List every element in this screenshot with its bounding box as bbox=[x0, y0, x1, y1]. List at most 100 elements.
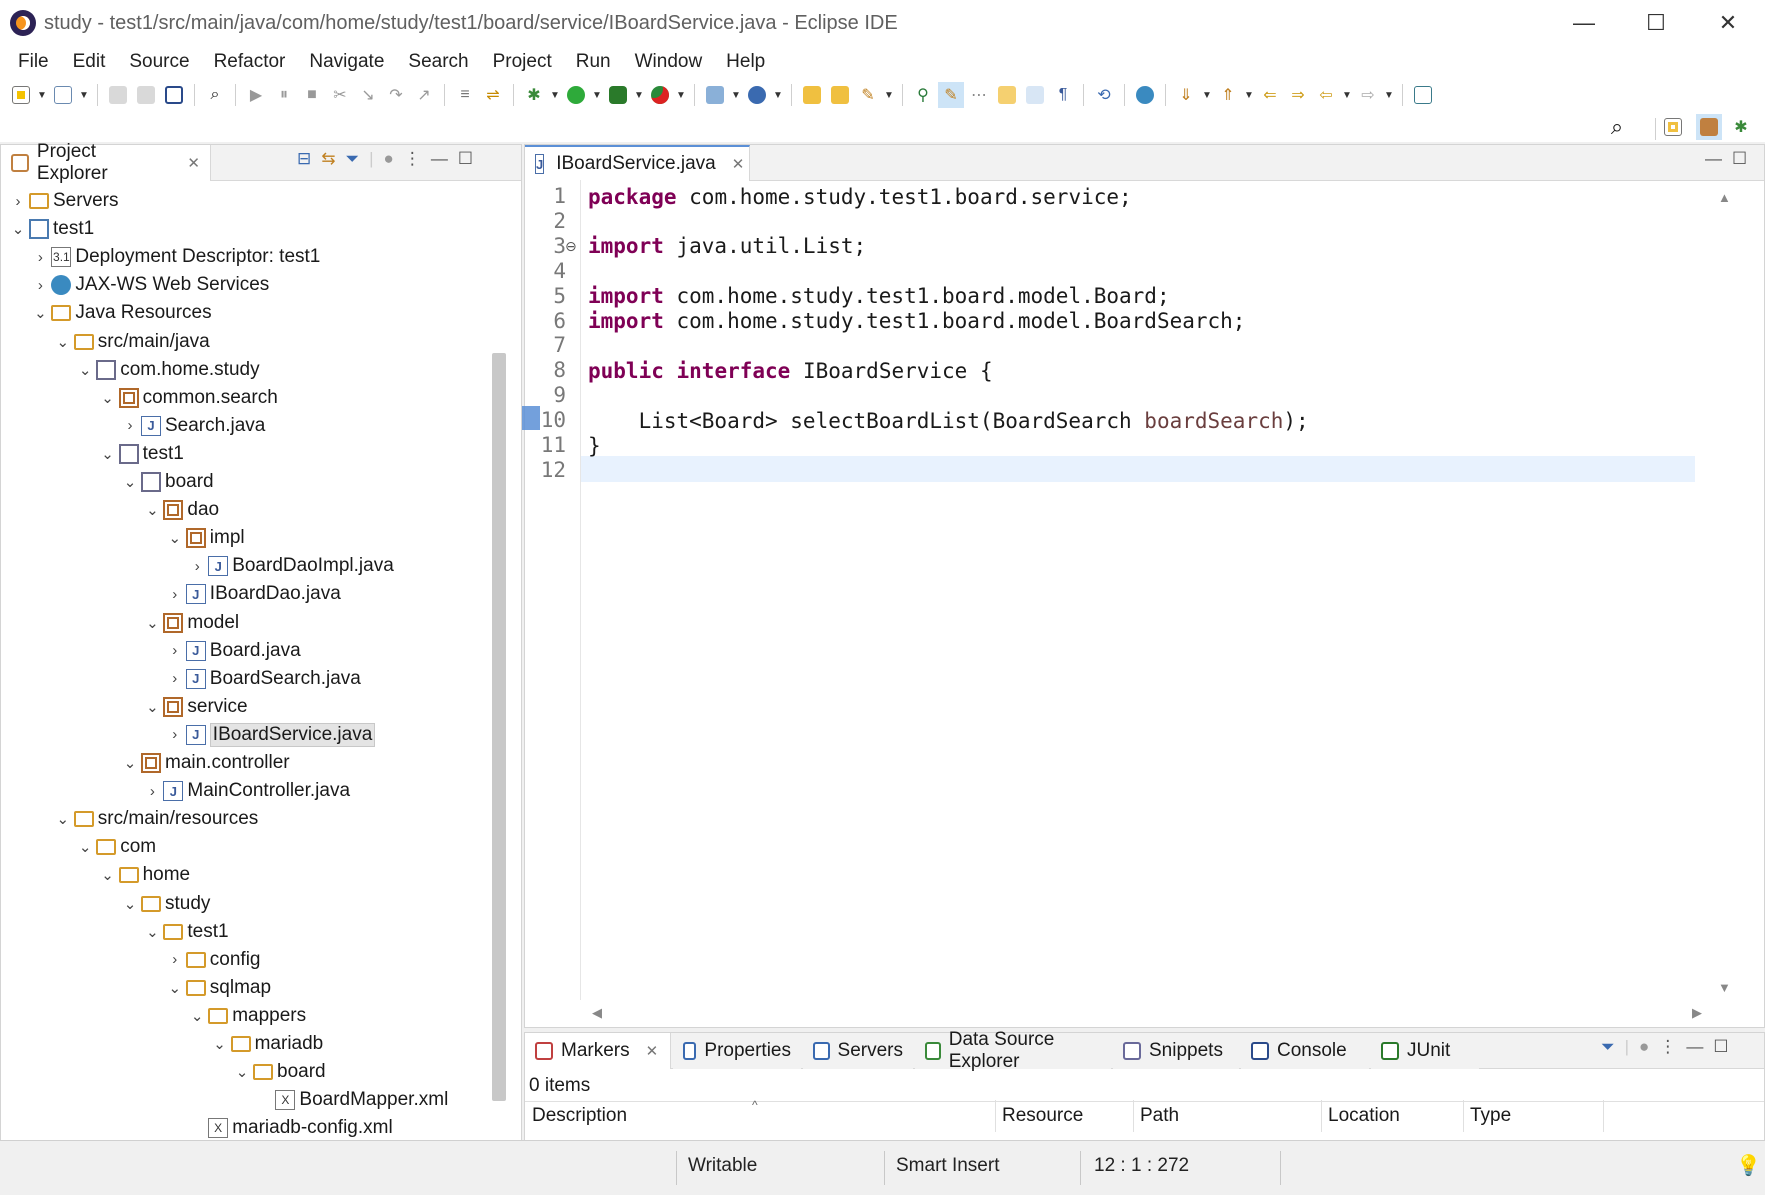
scroll-right-icon[interactable]: ▶ bbox=[1692, 1005, 1702, 1021]
menu-navigate[interactable]: Navigate bbox=[297, 51, 396, 73]
chevron-down-icon[interactable]: ⌄ bbox=[164, 529, 186, 547]
column-header-description[interactable]: Description bbox=[526, 1100, 996, 1132]
debug-icon[interactable]: ✱ bbox=[521, 82, 547, 108]
new-class-dropdown[interactable]: ▼ bbox=[772, 82, 784, 108]
chevron-down-icon[interactable]: ⌄ bbox=[164, 979, 186, 997]
tree-item[interactable]: ⌄ common.search bbox=[97, 384, 278, 412]
scroll-left-icon[interactable]: ◀ bbox=[592, 1005, 602, 1021]
code-line[interactable]: package com.home.study.test1.board.servi… bbox=[588, 184, 1132, 209]
menu-edit[interactable]: Edit bbox=[61, 51, 118, 73]
close-button[interactable]: ✕ bbox=[1692, 0, 1764, 46]
java-ee-perspective-icon[interactable] bbox=[1696, 114, 1722, 140]
chevron-right-icon[interactable]: › bbox=[164, 586, 186, 603]
tab-project-explorer[interactable]: Project Explorer ✕ bbox=[1, 141, 211, 184]
save-all-icon[interactable] bbox=[133, 82, 159, 108]
tree-item[interactable]: ⌄ home bbox=[97, 861, 190, 889]
scroll-down-icon[interactable]: ▼ bbox=[1718, 980, 1731, 995]
back-icon[interactable]: ⇦ bbox=[1313, 82, 1339, 108]
terminate-icon[interactable]: ■ bbox=[299, 82, 325, 108]
chevron-down-icon[interactable]: ⌄ bbox=[231, 1063, 253, 1081]
tree-item[interactable]: › 3.1 Deployment Descriptor: test1 bbox=[29, 243, 320, 271]
code-line[interactable]: import java.util.List; bbox=[588, 234, 866, 259]
new-server-dropdown[interactable]: ▼ bbox=[730, 82, 742, 108]
coverage-icon[interactable] bbox=[605, 82, 631, 108]
chevron-right-icon[interactable]: › bbox=[164, 642, 186, 659]
tree-item[interactable]: ⌄ mariadb bbox=[209, 1030, 323, 1058]
new-icon[interactable] bbox=[8, 82, 34, 108]
chevron-right-icon[interactable]: › bbox=[29, 249, 51, 266]
tab-snippets[interactable]: Snippets bbox=[1113, 1033, 1239, 1069]
chevron-down-icon[interactable]: ⌄ bbox=[141, 501, 163, 519]
minimize-view-icon[interactable]: — bbox=[431, 149, 448, 169]
chevron-down-icon[interactable]: ⌄ bbox=[119, 754, 141, 772]
menu-run[interactable]: Run bbox=[564, 51, 623, 73]
maximize-view-icon[interactable]: ☐ bbox=[1713, 1037, 1728, 1057]
chevron-down-icon[interactable]: ⌄ bbox=[141, 614, 163, 632]
last-edit-forward-icon[interactable]: ⇒ bbox=[1285, 82, 1311, 108]
tree-item[interactable]: ⌄ impl bbox=[164, 524, 245, 552]
code-line[interactable]: List<Board> selectBoardList(BoardSearch … bbox=[588, 408, 1309, 433]
column-header-resource[interactable]: Resource bbox=[996, 1100, 1134, 1132]
chevron-down-icon[interactable]: ⌄ bbox=[74, 361, 96, 379]
tree-item[interactable]: ⌄ mappers bbox=[186, 1002, 306, 1030]
close-icon[interactable]: ✕ bbox=[187, 154, 200, 172]
web-browser-icon[interactable] bbox=[1132, 82, 1158, 108]
tree-item[interactable]: ⌄ com bbox=[74, 833, 156, 861]
view-menu-icon[interactable]: ⋮ bbox=[1659, 1037, 1676, 1057]
column-header-path[interactable]: Path bbox=[1134, 1100, 1322, 1132]
tree-item[interactable]: ⌄ service bbox=[141, 693, 248, 721]
toggle-breadcrumb-icon[interactable]: ⚲ bbox=[910, 82, 936, 108]
tree-item[interactable]: › JAX-WS Web Services bbox=[29, 271, 269, 299]
chevron-right-icon[interactable]: › bbox=[7, 193, 29, 210]
tree-item[interactable]: ⌄ src/main/resources bbox=[52, 805, 259, 833]
forward-icon[interactable]: ⇨ bbox=[1355, 82, 1381, 108]
drop-to-frame-icon[interactable]: ⇌ bbox=[480, 82, 506, 108]
chevron-right-icon[interactable]: › bbox=[119, 417, 141, 434]
minimize-button[interactable]: — bbox=[1548, 0, 1620, 46]
tree-item[interactable]: X BoardMapper.xml bbox=[253, 1086, 448, 1114]
tab-iboardservice[interactable]: J IBoardService.java ✕ bbox=[525, 145, 750, 181]
external-tools-dropdown[interactable]: ▼ bbox=[675, 82, 687, 108]
link-with-editor-icon[interactable]: ⇆ bbox=[321, 149, 335, 169]
skip-breakpoints-icon[interactable]: ⌕ bbox=[202, 82, 228, 108]
chevron-down-icon[interactable]: ⌄ bbox=[97, 866, 119, 884]
new-class-icon[interactable] bbox=[744, 82, 770, 108]
chevron-down-icon[interactable]: ⌄ bbox=[186, 1007, 208, 1025]
chevron-down-icon[interactable]: ⌄ bbox=[119, 895, 141, 913]
focus-task-icon[interactable]: ● bbox=[384, 149, 394, 169]
use-step-filters-icon[interactable]: ≡ bbox=[452, 82, 478, 108]
code-line[interactable]: } bbox=[588, 433, 601, 458]
menu-source[interactable]: Source bbox=[117, 51, 201, 73]
chevron-down-icon[interactable]: ⌄ bbox=[209, 1035, 231, 1053]
chevron-down-icon[interactable]: ⌄ bbox=[97, 445, 119, 463]
tree-item[interactable]: ⌄ test1 bbox=[7, 215, 94, 243]
menu-window[interactable]: Window bbox=[623, 51, 715, 73]
tree-scrollbar[interactable] bbox=[492, 353, 506, 1101]
new-java-dropdown[interactable]: ▼ bbox=[78, 82, 90, 108]
maximize-view-icon[interactable]: ☐ bbox=[1732, 149, 1747, 169]
new-server-icon[interactable] bbox=[702, 82, 728, 108]
step-over-icon[interactable]: ↷ bbox=[383, 82, 409, 108]
pin-editor-icon[interactable] bbox=[1410, 82, 1436, 108]
chevron-right-icon[interactable]: › bbox=[164, 726, 186, 743]
open-perspective-icon[interactable] bbox=[1660, 114, 1686, 140]
filter-icon[interactable]: ⏷ bbox=[1601, 1037, 1615, 1057]
tree-item[interactable]: ⌄ dao bbox=[141, 496, 219, 524]
tree-item[interactable]: ⌄ model bbox=[141, 609, 239, 637]
scroll-up-icon[interactable]: ▲ bbox=[1718, 190, 1731, 205]
tab-console[interactable]: Console bbox=[1241, 1033, 1369, 1069]
collapse-all-icon[interactable]: ⊟ bbox=[297, 149, 311, 169]
suspend-icon[interactable]: ⏸ bbox=[271, 82, 297, 108]
tree-item[interactable]: › J IBoardDao.java bbox=[164, 580, 341, 608]
tree-item[interactable]: › J BoardSearch.java bbox=[164, 665, 361, 693]
menu-refactor[interactable]: Refactor bbox=[202, 51, 298, 73]
open-task-icon[interactable] bbox=[827, 82, 853, 108]
tree-item[interactable]: ⌄ study bbox=[119, 890, 211, 918]
tree-item[interactable]: › config bbox=[164, 946, 260, 974]
lightbulb-icon[interactable]: 💡 bbox=[1736, 1153, 1761, 1178]
chevron-right-icon[interactable]: › bbox=[186, 558, 208, 575]
focus-task-icon[interactable]: ● bbox=[1639, 1037, 1649, 1057]
back-dropdown[interactable]: ▼ bbox=[1341, 82, 1353, 108]
minimize-view-icon[interactable]: — bbox=[1705, 149, 1722, 169]
minimize-view-icon[interactable]: — bbox=[1686, 1037, 1703, 1057]
